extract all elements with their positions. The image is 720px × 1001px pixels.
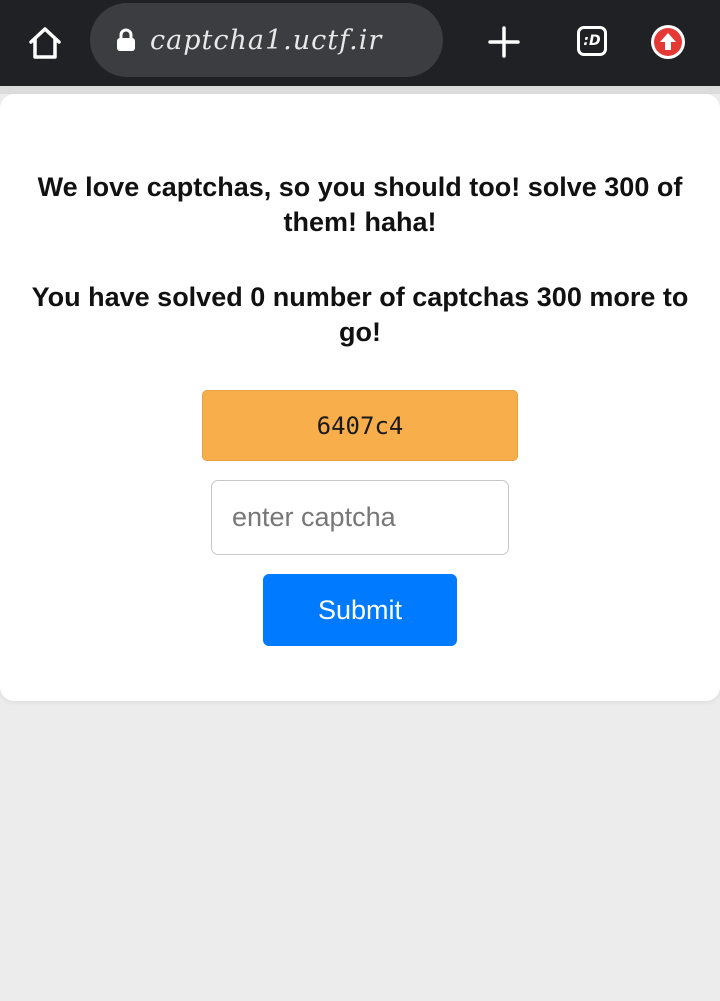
lock-icon: [116, 28, 136, 52]
home-button[interactable]: [22, 20, 68, 66]
submit-button[interactable]: Submit: [263, 574, 457, 646]
tabs-icon: :D: [577, 26, 607, 56]
new-tab-button[interactable]: [482, 20, 526, 64]
captcha-card: We love captchas, so you should too! sol…: [0, 94, 720, 701]
toolbar-divider: [0, 86, 720, 94]
menu-button[interactable]: [648, 22, 688, 62]
page-heading: We love captchas, so you should too! sol…: [37, 172, 683, 237]
progress-text: You have solved 0 number of captchas 300…: [31, 282, 689, 347]
update-arrow-icon: [651, 25, 685, 59]
address-bar[interactable]: captcha1.uctf.ir: [90, 3, 443, 77]
captcha-input[interactable]: [211, 480, 509, 555]
url-text: captcha1.uctf.ir: [150, 24, 383, 56]
browser-toolbar: captcha1.uctf.ir :D: [0, 0, 720, 86]
home-icon: [29, 27, 61, 59]
tab-switcher-button[interactable]: :D: [572, 21, 612, 61]
captcha-code: 6407c4: [202, 390, 518, 461]
plus-icon: [488, 26, 520, 58]
